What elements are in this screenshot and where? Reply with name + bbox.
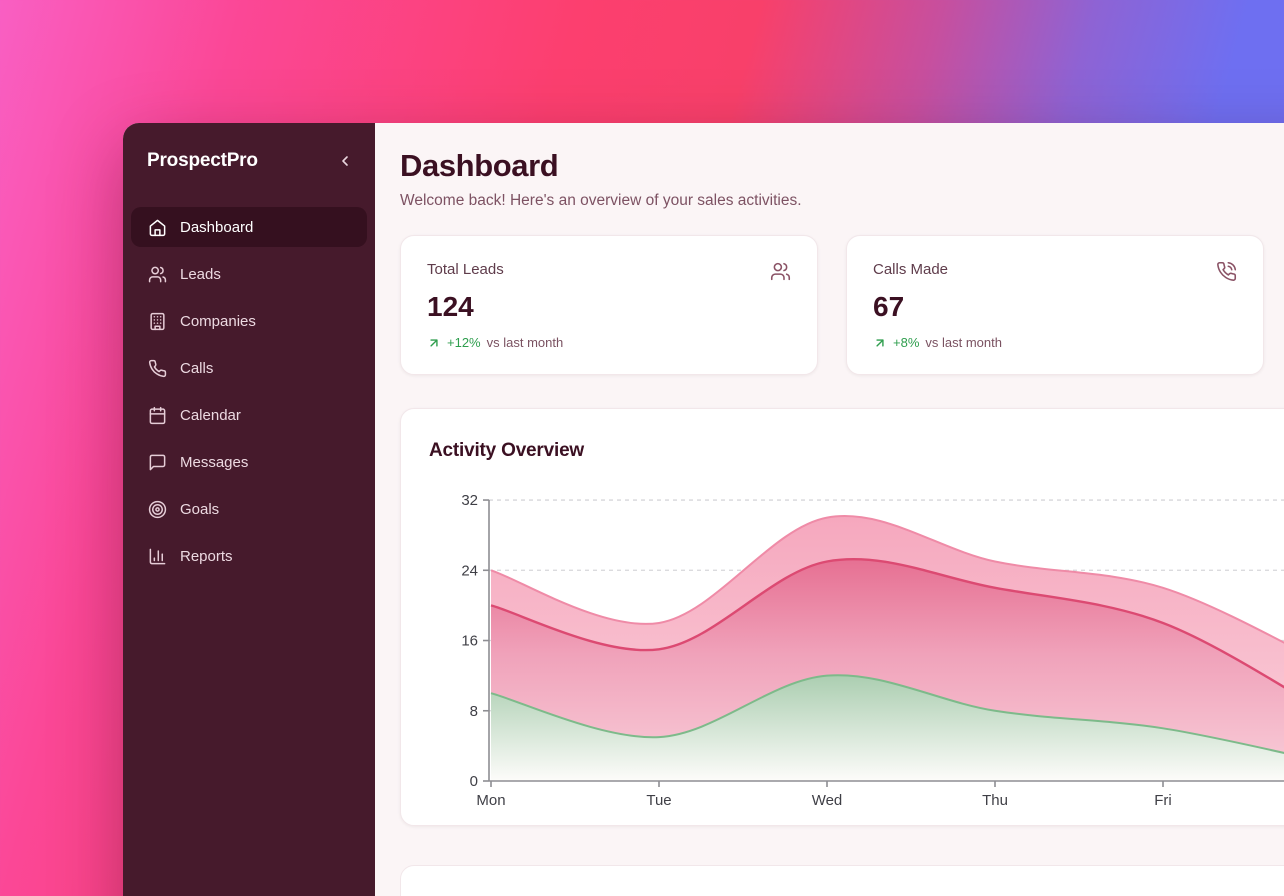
stat-value: 124 <box>427 291 791 323</box>
activity-chart: 0 8 16 24 32 Mon Tue Wed Thu Fri <box>421 479 1284 824</box>
sidebar-item-label: Companies <box>180 313 256 330</box>
sidebar-item-leads[interactable]: Leads <box>131 254 367 294</box>
delta-value: +8% <box>893 335 919 350</box>
sidebar-item-dashboard[interactable]: Dashboard <box>131 207 367 247</box>
users-icon <box>148 265 167 284</box>
sidebar-item-companies[interactable]: Companies <box>131 301 367 341</box>
sidebar-item-calls[interactable]: Calls <box>131 348 367 388</box>
svg-text:0: 0 <box>470 773 478 790</box>
sidebar-item-label: Leads <box>180 266 221 283</box>
svg-text:8: 8 <box>470 703 478 720</box>
delta-caption: vs last month <box>487 335 564 350</box>
stat-label: Calls Made <box>873 261 948 278</box>
sidebar-item-label: Messages <box>180 454 248 471</box>
delta-value: +12% <box>447 335 481 350</box>
message-square-icon <box>148 453 167 472</box>
desktop-backdrop: { "sidebar": { "brand": "ProspectPro", "… <box>0 0 1284 896</box>
stat-card-total-leads: Total Leads 124 +12% vs last month <box>400 235 818 375</box>
phone-call-icon <box>1216 261 1237 282</box>
home-icon <box>148 218 167 237</box>
svg-text:Wed: Wed <box>812 792 843 809</box>
chart-title: Activity Overview <box>429 440 584 462</box>
svg-text:16: 16 <box>461 633 478 650</box>
arrow-up-right-icon <box>873 336 887 350</box>
sidebar-item-calendar[interactable]: Calendar <box>131 395 367 435</box>
svg-text:Fri: Fri <box>1154 792 1172 809</box>
stats-row: Total Leads 124 +12% vs last month Calls <box>400 235 1284 375</box>
sidebar-item-reports[interactable]: Reports <box>131 536 367 576</box>
svg-text:Mon: Mon <box>476 792 505 809</box>
page-subtitle: Welcome back! Here's an overview of your… <box>400 190 1284 212</box>
activity-overview-card: Activity Overview 0 8 16 24 32 Mon Tue Wed Thu Fr… <box>400 408 1284 826</box>
svg-text:Tue: Tue <box>646 792 671 809</box>
sidebar-item-label: Goals <box>180 501 219 518</box>
app-window: ProspectPro Dashboard Leads <box>123 123 1284 896</box>
arrow-up-right-icon <box>427 336 441 350</box>
svg-text:24: 24 <box>461 562 478 579</box>
phone-icon <box>148 359 167 378</box>
stat-label: Total Leads <box>427 261 504 278</box>
stat-value: 67 <box>873 291 1237 323</box>
svg-text:Thu: Thu <box>982 792 1008 809</box>
sidebar-header: ProspectPro <box>131 148 367 174</box>
sidebar-item-label: Calendar <box>180 407 241 424</box>
bar-chart-icon <box>148 547 167 566</box>
main-content: Dashboard Welcome back! Here's an overvi… <box>375 123 1284 896</box>
chevron-left-icon <box>337 153 353 169</box>
sidebar-collapse-button[interactable] <box>331 147 359 175</box>
users-icon <box>770 261 791 282</box>
calendar-icon <box>148 406 167 425</box>
target-icon <box>148 500 167 519</box>
stat-card-calls-made: Calls Made 67 +8% vs last month <box>846 235 1264 375</box>
brand-logo-text: ProspectPro <box>139 150 258 172</box>
sidebar-item-goals[interactable]: Goals <box>131 489 367 529</box>
building-icon <box>148 312 167 331</box>
svg-text:32: 32 <box>461 492 478 509</box>
sidebar-item-label: Reports <box>180 548 233 565</box>
sidebar: ProspectPro Dashboard Leads <box>123 123 375 896</box>
sidebar-item-messages[interactable]: Messages <box>131 442 367 482</box>
delta-caption: vs last month <box>925 335 1002 350</box>
next-card-partial <box>400 865 1284 896</box>
sidebar-nav: Dashboard Leads Companies Calls <box>131 207 367 576</box>
sidebar-item-label: Dashboard <box>180 219 253 236</box>
page-title: Dashboard <box>400 148 1284 184</box>
sidebar-item-label: Calls <box>180 360 213 377</box>
